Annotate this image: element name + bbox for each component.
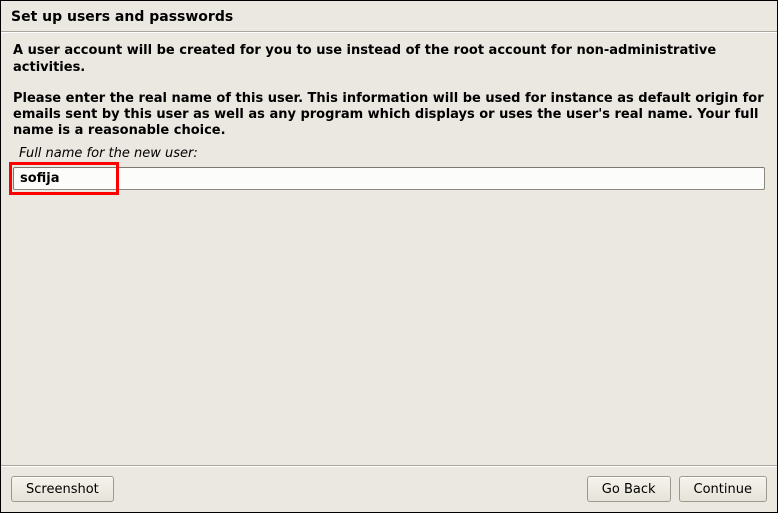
button-bar: Screenshot Go Back Continue <box>1 467 777 512</box>
window-title: Set up users and passwords <box>1 1 777 31</box>
fullname-label: Full name for the new user: <box>13 146 765 161</box>
main-content: A user account will be created for you t… <box>1 33 777 200</box>
continue-button[interactable]: Continue <box>679 476 767 502</box>
go-back-button[interactable]: Go Back <box>587 476 671 502</box>
intro-text: A user account will be created for you t… <box>13 43 765 77</box>
input-wrapper <box>13 167 765 190</box>
screenshot-button[interactable]: Screenshot <box>11 476 114 502</box>
instruction-text: Please enter the real name of this user.… <box>13 91 765 140</box>
fullname-input[interactable] <box>13 167 765 190</box>
